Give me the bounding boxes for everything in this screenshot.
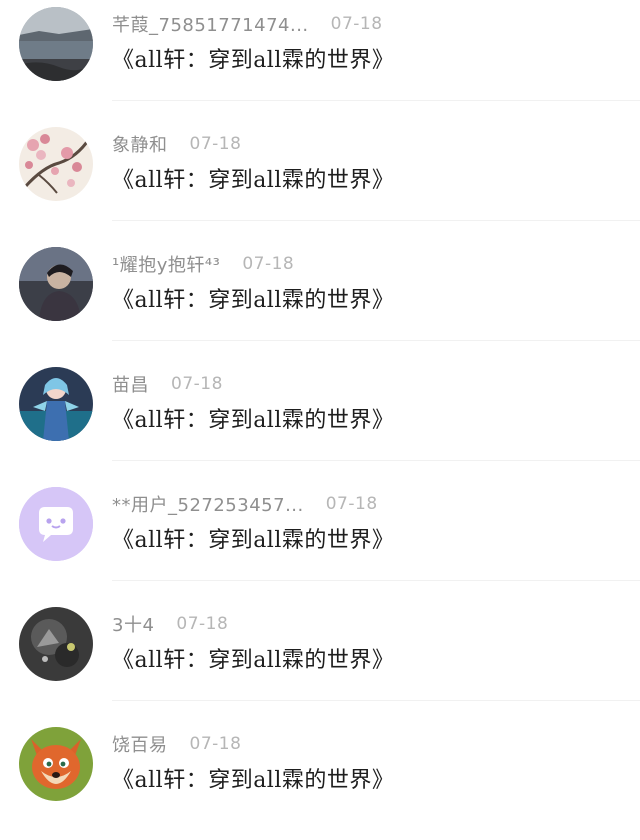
comment-item[interactable]: 饶百易 07-18 《all轩：穿到all霖的世界》 — [0, 720, 640, 840]
divider — [112, 340, 640, 341]
timestamp: 07-18 — [171, 374, 223, 394]
timestamp: 07-18 — [176, 614, 229, 634]
comment-text[interactable]: 《all轩：穿到all霖的世界》 — [112, 642, 394, 674]
default-chat-bubble-icon — [19, 487, 93, 561]
comment-text[interactable]: 《all轩：穿到all霖的世界》 — [112, 402, 394, 434]
comment-item[interactable]: 苗昌 07-18 《all轩：穿到all霖的世界》 — [0, 360, 640, 480]
lake-photo-icon — [19, 7, 93, 81]
avatar[interactable] — [19, 127, 93, 201]
dark-abstract-icon — [19, 607, 93, 681]
anime-character-icon — [19, 367, 93, 441]
username[interactable]: **用户_527253457... — [112, 491, 304, 517]
avatar[interactable] — [19, 727, 93, 801]
avatar[interactable] — [19, 247, 93, 321]
username[interactable]: 3十4 — [112, 611, 154, 637]
avatar[interactable] — [19, 367, 93, 441]
timestamp: 07-18 — [330, 14, 383, 34]
username[interactable]: 苗昌 — [112, 371, 149, 397]
comment-item[interactable]: 芊葭_75851771474... 07-18 《all轩：穿到all霖的世界》 — [0, 0, 640, 120]
divider — [112, 700, 640, 701]
comment-text[interactable]: 《all轩：穿到all霖的世界》 — [112, 42, 394, 74]
divider — [112, 100, 640, 101]
avatar[interactable] — [19, 607, 93, 681]
divider — [112, 580, 640, 581]
cartoon-fox-icon — [19, 727, 93, 801]
person-photo-icon — [19, 247, 93, 321]
avatar[interactable] — [19, 487, 93, 561]
username[interactable]: ¹耀抱y抱轩⁴³ — [112, 251, 220, 277]
comment-text[interactable]: 《all轩：穿到all霖的世界》 — [112, 762, 394, 794]
comment-text[interactable]: 《all轩：穿到all霖的世界》 — [112, 162, 394, 194]
username[interactable]: 象静和 — [112, 131, 168, 157]
comment-text[interactable]: 《all轩：穿到all霖的世界》 — [112, 522, 394, 554]
comment-item[interactable]: 象静和 07-18 《all轩：穿到all霖的世界》 — [0, 120, 640, 240]
divider — [112, 220, 640, 221]
plum-blossom-painting-icon — [19, 127, 93, 201]
username[interactable]: 饶百易 — [112, 731, 168, 757]
comment-item[interactable]: ¹耀抱y抱轩⁴³ 07-18 《all轩：穿到all霖的世界》 — [0, 240, 640, 360]
timestamp: 07-18 — [189, 134, 242, 154]
timestamp: 07-18 — [242, 254, 295, 274]
comment-text[interactable]: 《all轩：穿到all霖的世界》 — [112, 282, 394, 314]
username[interactable]: 芊葭_75851771474... — [112, 11, 309, 37]
comment-item[interactable]: **用户_527253457... 07-18 《all轩：穿到all霖的世界》 — [0, 480, 640, 600]
avatar[interactable] — [19, 7, 93, 81]
comment-item[interactable]: 3十4 07-18 《all轩：穿到all霖的世界》 — [0, 600, 640, 720]
divider — [112, 460, 640, 461]
timestamp: 07-18 — [325, 494, 378, 514]
timestamp: 07-18 — [189, 734, 242, 754]
